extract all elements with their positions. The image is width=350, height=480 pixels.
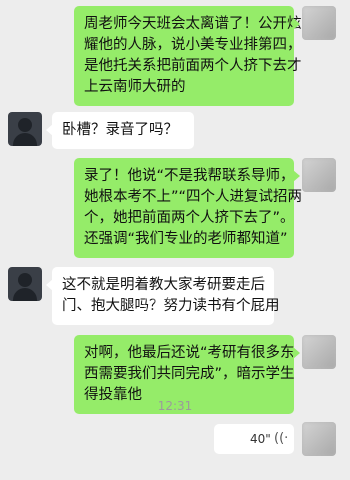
message-line: 对啊，他最后还说“考研有很多东	[84, 345, 295, 361]
message-line: 还强调“我们专业的老师都知道”	[84, 231, 288, 247]
message-line: 这不就是明着教大家考研要走后	[62, 277, 265, 293]
message-bubble-received[interactable]: 卧槽？录音了吗？	[46, 112, 194, 149]
message-line: 上云南师大研的	[84, 79, 186, 95]
message-line: 她根本考不上”“四个人进复试招两	[84, 189, 303, 205]
avatar[interactable]	[302, 6, 336, 40]
message-line: 录了！他说“不是我帮联系导师，	[84, 168, 295, 184]
voice-duration: 40"	[250, 432, 271, 446]
avatar[interactable]	[8, 112, 42, 146]
message-line: 门、抱大腿吗？努力读书有个屁用	[62, 298, 280, 314]
message-line: 西需要我们共同完成”，暗示学生	[84, 366, 295, 382]
avatar[interactable]	[8, 267, 42, 301]
voice-message[interactable]: 40" ((·	[214, 424, 294, 454]
message-bubble-received[interactable]: 这不就是明着教大家考研要走后 门、抱大腿吗？努力读书有个屁用	[46, 267, 280, 325]
message-bubble-sent[interactable]: 录了！他说“不是我帮联系导师， 她根本考不上”“四个人进复试招两 个，她把前面两…	[74, 158, 303, 258]
message-bubble-sent[interactable]: 周老师今天班会太离谱了！公开炫 耀他的人脉，说小美专业排第四， 是他托关系把前面…	[74, 6, 302, 106]
message-line: 卧槽？录音了吗？	[62, 122, 178, 138]
message-line: 个，她把前面两个人挤下去了”。	[84, 210, 295, 226]
message-line: 周老师今天班会太离谱了！公开炫	[84, 16, 302, 32]
message-line: 耀他的人脉，说小美专业排第四，	[84, 37, 302, 53]
voice-wave-icon: ((·	[274, 431, 289, 446]
message-line: 是他托关系把前面两个人挤下去才	[84, 58, 302, 74]
timestamp: 12:31	[157, 399, 193, 413]
avatar[interactable]	[302, 335, 336, 369]
avatar[interactable]	[302, 422, 336, 456]
avatar[interactable]	[302, 158, 336, 192]
